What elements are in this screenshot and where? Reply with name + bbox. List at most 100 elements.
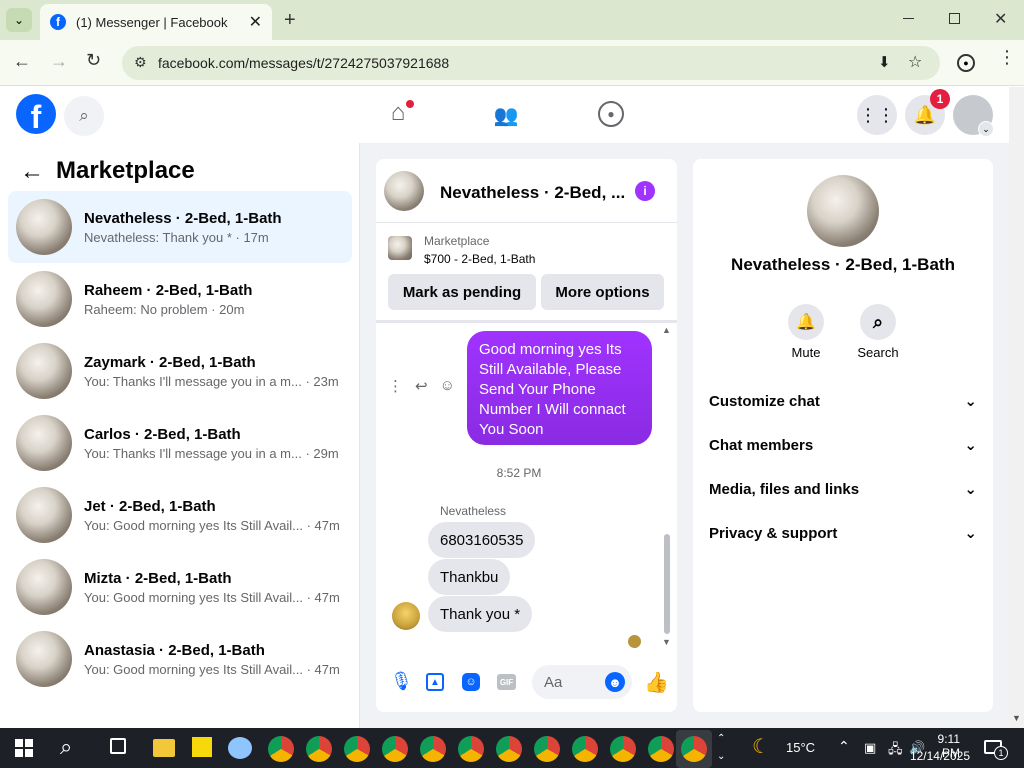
device-icon[interactable]: ▣ [864,740,876,756]
site-info-icon[interactable]: ⚙ [134,54,147,71]
bookmark-star-icon[interactable]: ☆ [908,52,922,72]
page-scrollbar[interactable]: ▼ [1009,87,1024,728]
chrome-icon[interactable] [681,736,707,762]
task-view-icon[interactable] [110,738,126,754]
network-icon[interactable]: 🖧 [888,740,903,762]
maximize-icon[interactable] [949,13,960,24]
scroll-up-icon[interactable]: ▲ [662,325,671,335]
emoji-icon[interactable]: ☻ [605,672,625,692]
more-icon[interactable]: ⋮ [388,377,403,395]
info-icon[interactable]: i [635,181,655,201]
received-message-bubble[interactable]: Thankbu [428,559,511,595]
conversation-item[interactable]: Carlos · 2-Bed, 1-Bath You: Thanks I'll … [8,407,352,479]
close-window-icon[interactable]: ✕ [994,9,1007,29]
close-tab-icon[interactable]: ✕ [249,12,262,32]
chat-scrollbar[interactable] [664,534,670,634]
chrome-icon[interactable] [534,736,560,762]
install-app-icon[interactable]: ⬇ [878,53,891,71]
search-chat-button[interactable]: ⌕ [860,304,896,340]
sent-message-bubble[interactable]: Good morning yes Its Still Available, Pl… [467,331,652,445]
listing-thumbnail [16,631,72,687]
received-message-bubble[interactable]: Thank you * [428,596,533,632]
groups-icon[interactable]: ● [598,101,624,127]
chat-header: Nevatheless · 2-Bed, ... i [376,159,677,223]
chat-title[interactable]: Nevatheless · 2-Bed, ... [440,183,625,203]
search-icon[interactable]: ⌕ [64,96,104,136]
gif-icon[interactable]: GIF [497,674,516,690]
account-chevron-icon[interactable]: ⌄ [978,121,994,137]
conversation-item[interactable]: Nevatheless · 2-Bed, 1-Bath Nevatheless:… [8,191,352,263]
chrome-icon[interactable] [572,736,598,762]
browser-tab-bar: ⌄ f (1) Messenger | Facebook ✕ + ✕ [0,0,1024,40]
chrome-icon[interactable] [268,736,294,762]
received-message-bubble[interactable]: 6803160535 [428,522,536,558]
privacy-support-section[interactable]: Privacy & support ⌄ [709,521,977,545]
chrome-icon[interactable] [610,736,636,762]
message-input-placeholder: Aa [544,673,563,691]
browser-menu-icon[interactable]: ⋮ [998,48,1016,66]
chrome-icon[interactable] [458,736,484,762]
media-files-links-section[interactable]: Media, files and links ⌄ [709,477,977,501]
new-tab-icon[interactable]: + [284,9,296,32]
address-bar[interactable]: ⚙ facebook.com/messages/t/27242750379216… [122,46,940,80]
listing-thumbnail [16,271,72,327]
minimize-icon[interactable] [903,18,914,19]
conversation-item[interactable]: Anastasia · 2-Bed, 1-Bath You: Good morn… [8,623,352,695]
customize-chat-section[interactable]: Customize chat ⌄ [709,389,977,413]
conversation-time: · 23m [305,373,339,389]
sticker-icon[interactable]: ☺ [462,673,480,691]
profile-icon[interactable]: ● [957,54,975,72]
mute-button[interactable]: 🔔 [788,304,824,340]
listing-photo[interactable] [807,175,879,247]
paint-icon[interactable] [228,737,252,759]
microphone-icon[interactable]: 🎙 [390,671,413,692]
listing-thumbnail[interactable] [388,236,412,260]
chrome-icon[interactable] [344,736,370,762]
windows-start-icon[interactable] [15,739,33,757]
scroll-down-icon[interactable]: ▼ [1012,713,1021,723]
weather-temperature[interactable]: 15°C [786,740,815,755]
mark-as-pending-button[interactable]: Mark as pending [388,274,536,310]
react-icon[interactable]: ☺ [440,377,455,395]
file-explorer-icon[interactable] [153,739,175,757]
listing-thumbnail[interactable] [384,171,424,211]
conversation-item[interactable]: Zaymark · 2-Bed, 1-Bath You: Thanks I'll… [8,335,352,407]
conversation-item[interactable]: Jet · 2-Bed, 1-Bath You: Good morning ye… [8,479,352,551]
back-arrow-icon[interactable]: ← [20,158,44,186]
chat-members-section[interactable]: Chat members ⌄ [709,433,977,457]
conversation-item[interactable]: Raheem · 2-Bed, 1-Bath Raheem: No proble… [8,263,352,335]
listing-source: Marketplace [424,234,490,248]
sticky-notes-icon[interactable] [192,737,212,757]
forward-icon[interactable]: → [50,51,68,72]
chrome-icon[interactable] [382,736,408,762]
more-options-button[interactable]: More options [541,274,664,310]
clock-date[interactable]: 12/14/2025 [904,749,970,763]
back-icon[interactable]: ← [13,51,31,72]
chrome-icon[interactable] [420,736,446,762]
browser-tab[interactable]: f (1) Messenger | Facebook ✕ [40,4,272,40]
sender-avatar[interactable] [392,602,420,630]
conversation-preview: You: Thanks I'll message you in a m... [84,373,302,389]
listing-thumbnail [16,415,72,471]
listing-title[interactable]: $700 - 2-Bed, 1-Bath [424,252,535,266]
like-icon[interactable]: 👍 [644,670,669,695]
chevron-down-icon: ⌄ [964,481,977,498]
friends-icon[interactable]: 👥 [492,101,520,129]
listing-thumbnail [16,199,72,255]
home-notification-dot [406,100,414,108]
chrome-icon[interactable] [306,736,332,762]
photo-icon[interactable]: ▲ [426,673,444,691]
reply-icon[interactable]: ↩ [415,377,428,395]
taskbar-overflow-icon[interactable]: ⌃ ⌄ [717,730,725,766]
chrome-icon[interactable] [648,736,674,762]
section-label: Media, files and links [709,480,860,498]
reload-icon[interactable]: ↻ [86,50,101,71]
facebook-logo[interactable]: f [16,94,56,135]
scroll-down-icon[interactable]: ▼ [662,637,671,647]
conversation-item[interactable]: Mizta · 2-Bed, 1-Bath You: Good morning … [8,551,352,623]
menu-grid-icon[interactable]: ⋮⋮ [857,95,897,135]
taskbar-search-icon[interactable]: ⌕ [60,734,72,760]
chrome-icon[interactable] [496,736,522,762]
tab-search-button[interactable]: ⌄ [6,8,32,32]
show-hidden-icons[interactable]: ⌃ [838,738,850,755]
